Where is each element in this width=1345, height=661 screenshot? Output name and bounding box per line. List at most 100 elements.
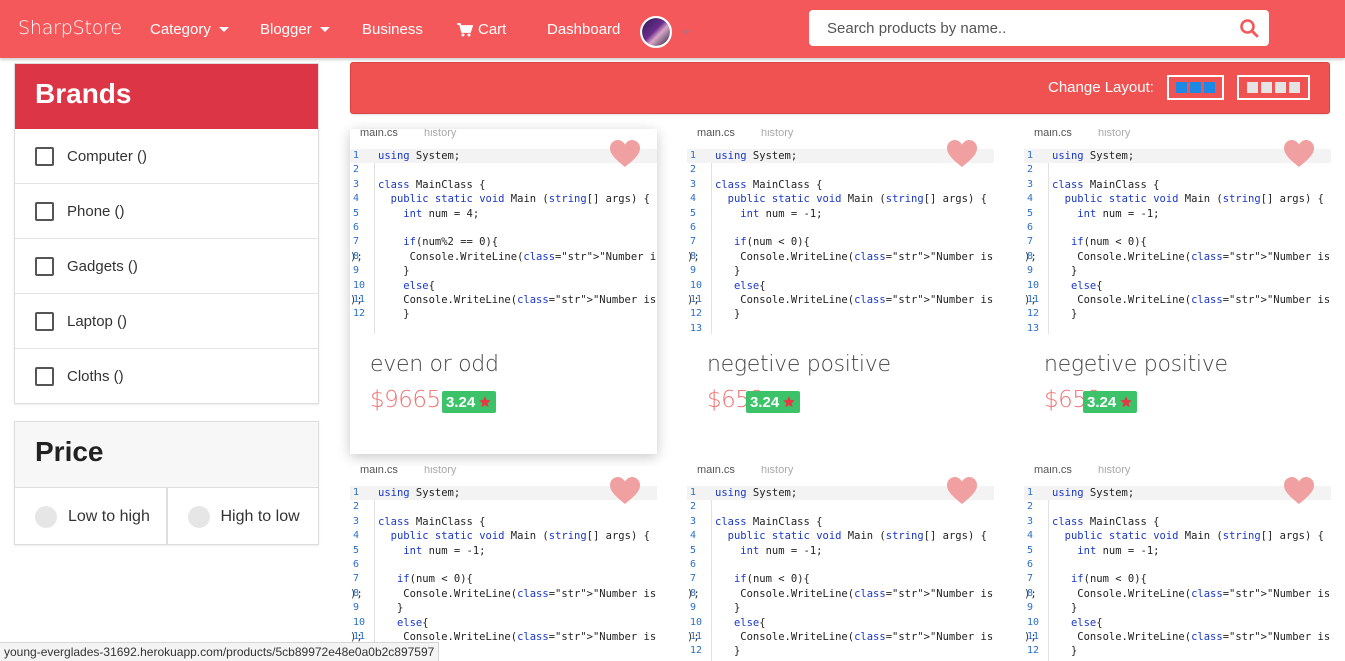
code-line: 8 Console.WriteLine(class="str">"Number … [350, 587, 657, 600]
code-tab-history: history [1098, 466, 1131, 476]
product-card[interactable]: main.cs history 1 using System; 2 3 class Main… [1024, 466, 1331, 661]
rating-value: 3.24 [750, 393, 780, 411]
price-option-label: High to low [220, 507, 300, 525]
brand-label: Computer () [67, 147, 148, 165]
code-tab-main: main.cs [360, 466, 398, 476]
price-high-to-low[interactable]: High to low [166, 488, 319, 545]
brand-filter-gadgets[interactable]: Gadgets () [15, 239, 318, 294]
code-line: 10 else{ [1027, 279, 1103, 292]
user-avatar[interactable] [640, 16, 672, 48]
code-line: 11 Console.WriteLine(class="str">"Number… [1024, 293, 1331, 306]
brand-filter-computer[interactable]: Computer () [15, 129, 318, 184]
code-line: 3 class MainClass { [353, 178, 486, 191]
code-line: 9 } [690, 265, 741, 278]
nav-business-label: Business [362, 21, 423, 38]
nav-cart[interactable]: Cart [457, 21, 506, 38]
code-tab-main: main.cs [697, 129, 735, 139]
favorite-heart-icon[interactable] [610, 140, 640, 168]
layout-three-columns-button[interactable] [1167, 75, 1224, 100]
checkbox[interactable] [35, 146, 54, 166]
code-line: 4 public static void Main (string[] args… [1027, 530, 1324, 543]
product-title[interactable]: negetive positive [707, 352, 891, 377]
price-panel: Price Low to high High to low [14, 421, 319, 545]
code-tab-history: history [1098, 129, 1131, 139]
code-line: 7 if(num < 0){ [1027, 236, 1147, 249]
radio-button[interactable] [187, 505, 210, 528]
nav-category[interactable]: Category [150, 21, 229, 38]
rating-value: 3.24 [1087, 393, 1117, 411]
code-line: 10 else{ [690, 279, 766, 292]
code-line: 5 int num = -1; [1027, 207, 1160, 220]
code-line: 8 Console.WriteLine(class="str">"Number … [687, 250, 994, 263]
radio-button[interactable] [35, 505, 57, 528]
layout-four-columns-button[interactable] [1237, 75, 1310, 100]
favorite-heart-icon[interactable] [947, 477, 977, 505]
product-title[interactable]: negetive positive [1044, 352, 1228, 377]
code-line: 11 Console.WriteLine(class="str">"Number… [1024, 630, 1331, 643]
favorite-heart-icon[interactable] [947, 140, 977, 168]
search-button[interactable] [1229, 10, 1269, 46]
product-card[interactable]: main.cs history 1 using System; 2 3 class Main… [1024, 129, 1331, 454]
brand-filter-cloths[interactable]: Cloths () [15, 349, 318, 404]
code-line: 7 if(num < 0){ [1027, 573, 1147, 586]
code-line: 9 } [1027, 265, 1078, 278]
nav-dashboard-label: Dashboard [547, 21, 621, 38]
code-line: 6 [690, 558, 697, 570]
search-box [809, 10, 1269, 46]
product-card[interactable]: main.cs history 1 using System; 2 3 class Main… [350, 129, 657, 454]
favorite-heart-icon[interactable] [1284, 140, 1314, 168]
nav-dashboard[interactable]: Dashboard [547, 21, 620, 38]
product-title[interactable]: even or odd [370, 352, 499, 377]
favorite-heart-icon[interactable] [610, 477, 640, 505]
code-line: 4 public static void Main (string[] args… [353, 193, 650, 206]
code-line: 11 Console.WriteLine(class="str">"Number… [687, 293, 994, 306]
brand-label: Gadgets () [67, 257, 138, 275]
rating-badge: 3.24 [746, 391, 801, 413]
nav-business[interactable]: Business [362, 21, 423, 38]
product-card[interactable]: main.cs history 1 using System; 2 3 class Main… [687, 466, 994, 661]
code-line: 12 } [690, 645, 741, 658]
product-card[interactable]: main.cs history 1 using System; 2 3 class Main… [350, 466, 657, 661]
star-icon [1120, 396, 1133, 408]
code-tab-main: main.cs [697, 466, 735, 476]
favorite-heart-icon[interactable] [1284, 477, 1314, 505]
brand-logo[interactable]: SharpStore [18, 17, 122, 39]
price-title: Price [15, 422, 318, 488]
search-input[interactable] [809, 10, 1229, 46]
cart-icon [457, 22, 473, 36]
brand-filter-phone[interactable]: Phone () [15, 184, 318, 239]
rating-badge: 3.24 [442, 391, 497, 413]
checkbox[interactable] [35, 256, 54, 276]
code-line: 6 [1027, 558, 1034, 570]
code-line: 3 class MainClass { [1027, 515, 1160, 528]
code-line: 12 } [690, 308, 741, 321]
nav-blogger-label: Blogger [260, 21, 312, 38]
code-line: 6 [353, 221, 360, 233]
chevron-down-icon[interactable] [682, 30, 690, 35]
code-line: 8 Console.WriteLine(class="str">"Number … [1024, 250, 1331, 263]
code-line: 6 [1027, 221, 1034, 233]
code-line: 4 public static void Main (string[] args… [1027, 193, 1324, 206]
search-icon [1240, 19, 1259, 38]
code-line: 6 [353, 558, 360, 570]
code-line: 10 else{ [353, 616, 429, 629]
code-line: 9 } [1027, 602, 1078, 615]
product-card[interactable]: main.cs history 1 using System; 2 3 class Main… [687, 129, 994, 454]
code-line: 10 else{ [353, 279, 435, 292]
chevron-down-icon [319, 27, 330, 32]
code-line: 11 Console.WriteLine(class="str">"Number… [687, 630, 994, 643]
code-line: 3 class MainClass { [690, 178, 823, 191]
checkbox[interactable] [35, 367, 54, 386]
price-low-to-high[interactable]: Low to high [15, 488, 167, 545]
star-icon [479, 396, 492, 408]
checkbox[interactable] [35, 311, 54, 331]
nav-blogger[interactable]: Blogger [260, 21, 330, 38]
code-line: 9 } [690, 602, 741, 615]
brand-filter-laptop[interactable]: Laptop () [15, 294, 318, 349]
change-layout-label: Change Layout: [1048, 79, 1154, 96]
code-line: 7 if(num%2 == 0){ [353, 236, 499, 249]
brand-label: Laptop () [67, 312, 128, 330]
checkbox[interactable] [35, 201, 54, 221]
code-line: 5 int num = -1; [353, 544, 486, 557]
status-bar-url: young-everglades-31692.herokuapp.com/pro… [0, 642, 440, 661]
